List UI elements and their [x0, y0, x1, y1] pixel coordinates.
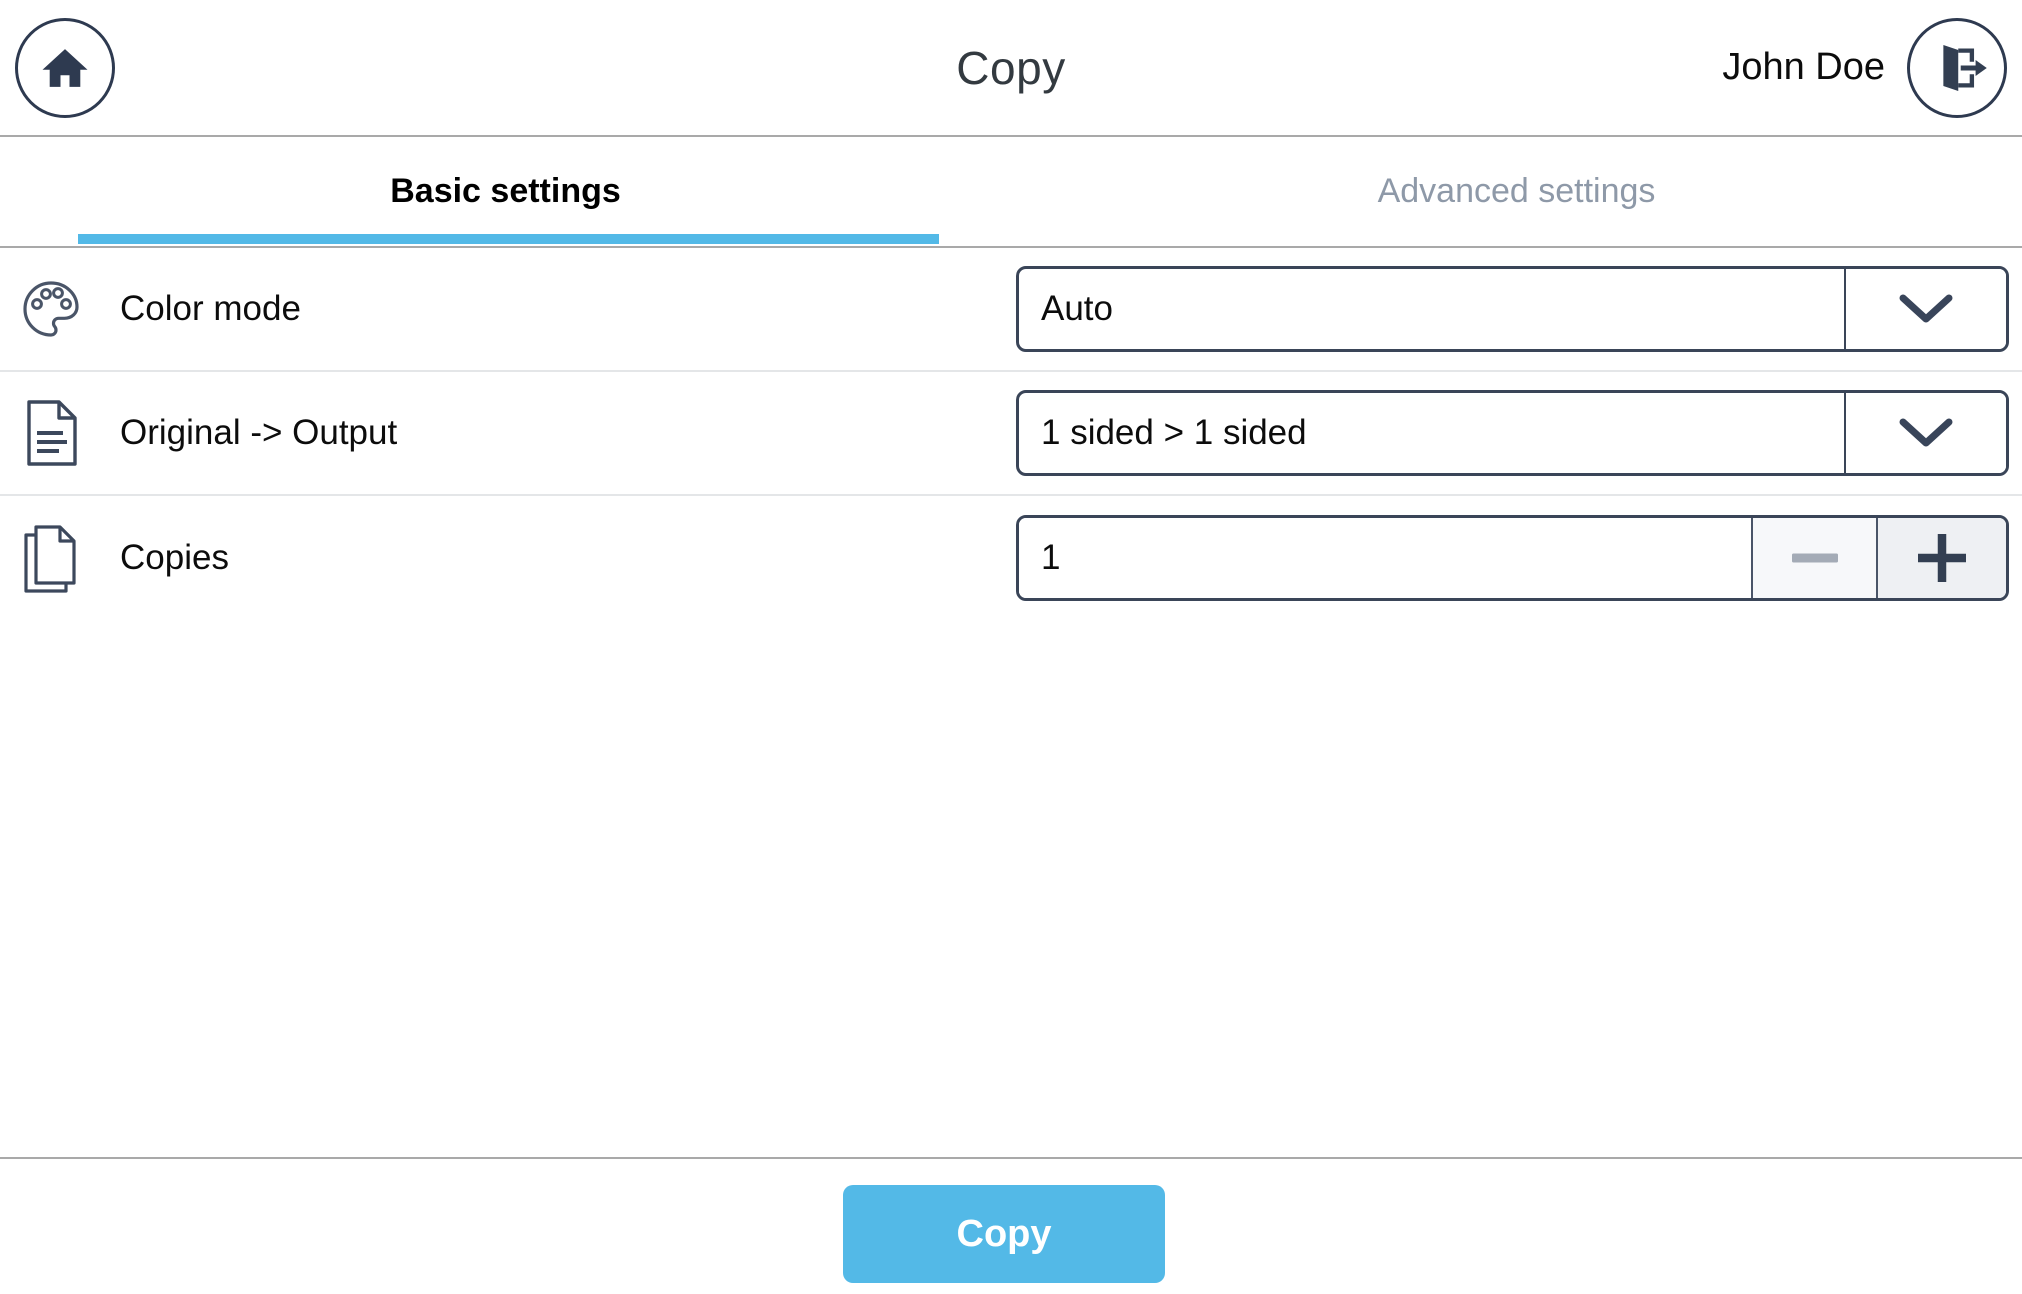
active-tab-underline [78, 234, 939, 244]
tab-advanced-settings[interactable]: Advanced settings [1011, 137, 2022, 246]
copies-label: Copies [120, 538, 1016, 578]
palette-icon [18, 277, 84, 341]
tab-bar: Basic settings Advanced settings [0, 137, 2022, 248]
logout-button[interactable] [1907, 18, 2007, 118]
home-button[interactable] [15, 18, 115, 118]
copies-stepper [1016, 515, 2009, 601]
plus-icon [1916, 532, 1968, 584]
original-output-value[interactable]: 1 sided > 1 sided [1019, 393, 1846, 473]
page-title: Copy [956, 41, 1065, 95]
row-color-mode: Color mode Auto [0, 248, 2022, 372]
header: Copy John Doe [0, 0, 2022, 137]
copy-button[interactable]: Copy [843, 1185, 1165, 1283]
tab-basic-settings-label: Basic settings [390, 172, 621, 211]
original-output-dropdown-open[interactable] [1846, 393, 2006, 473]
copies-input[interactable] [1019, 518, 1751, 598]
row-original-output: Original -> Output 1 sided > 1 sided [0, 372, 2022, 496]
tab-advanced-settings-label: Advanced settings [1378, 172, 1656, 211]
header-right: John Doe [1722, 18, 2007, 118]
color-mode-dropdown-open[interactable] [1846, 269, 2006, 349]
copies-decrement-button[interactable] [1751, 518, 1876, 598]
original-output-dropdown[interactable]: 1 sided > 1 sided [1016, 390, 2009, 476]
chevron-down-icon [1897, 417, 1955, 449]
minus-icon [1791, 553, 1839, 563]
settings-list: Color mode Auto Original -> Output [0, 248, 2022, 620]
footer-divider [0, 1157, 2022, 1159]
tab-basic-settings[interactable]: Basic settings [0, 137, 1011, 246]
row-copies: Copies [0, 496, 2022, 620]
color-mode-dropdown[interactable]: Auto [1016, 266, 2009, 352]
color-mode-value[interactable]: Auto [1019, 269, 1846, 349]
user-name: John Doe [1722, 46, 1885, 89]
original-output-label: Original -> Output [120, 413, 1016, 453]
logout-icon [1926, 37, 1988, 99]
copies-increment-button[interactable] [1876, 518, 2006, 598]
chevron-down-icon [1897, 293, 1955, 325]
color-mode-label: Color mode [120, 289, 1016, 329]
document-icon [18, 399, 84, 467]
copies-icon [18, 523, 84, 593]
home-icon [38, 41, 92, 95]
copy-button-label: Copy [957, 1213, 1052, 1256]
